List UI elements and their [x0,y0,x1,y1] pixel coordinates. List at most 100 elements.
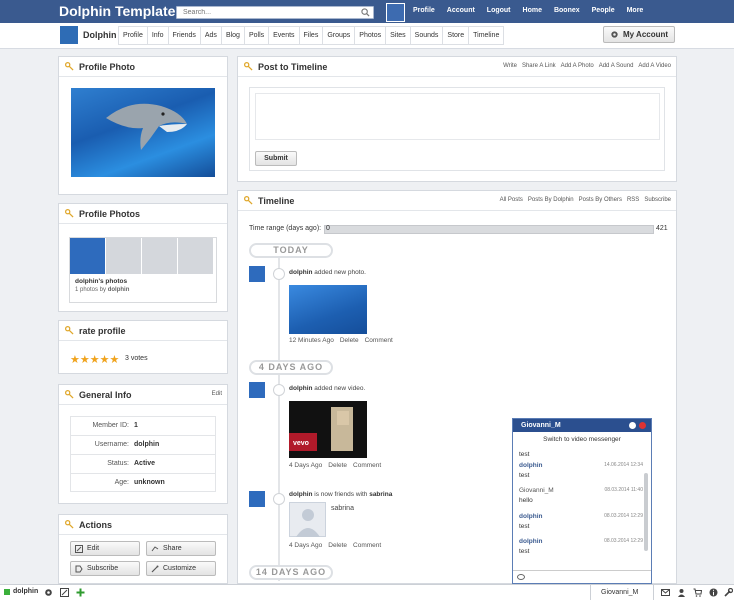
tab-ads[interactable]: Ads [200,26,222,45]
top-nav-profile[interactable]: Profile [413,7,435,14]
subscribe-button[interactable]: Subscribe [70,561,140,576]
event-actor-link[interactable]: dolphin [289,491,312,498]
comment-link[interactable]: Comment [353,542,381,549]
minimize-icon[interactable] [629,422,636,429]
tab-polls[interactable]: Polls [244,26,270,45]
profile-photo-image[interactable] [71,88,215,177]
share-button[interactable]: Share [146,541,216,556]
album-thumb[interactable] [70,238,106,274]
tab-sounds[interactable]: Sounds [410,26,444,45]
tab-store[interactable]: Store [443,26,470,45]
post-type-add-video[interactable]: Add A Video [638,63,671,69]
edit-button[interactable]: Edit [70,541,140,556]
album-card[interactable]: dolphin's photos 1 photos by dolphin [69,237,217,303]
submit-button[interactable]: Submit [255,151,297,166]
edit-label: Edit [87,545,100,552]
top-navigation-bar: Dolphin Template Profile Account Logout … [0,0,734,23]
filter-all-posts[interactable]: All Posts [500,197,523,203]
friend-link[interactable]: sabrina [369,491,392,498]
top-nav-home[interactable]: Home [523,7,542,14]
rss-link[interactable]: RSS [627,197,639,203]
event-photo[interactable] [289,285,367,334]
site-logo[interactable]: Dolphin Template [59,3,175,19]
tab-profile[interactable]: Profile [118,26,148,45]
gear-icon[interactable] [44,588,53,597]
wrench-icon[interactable] [724,588,733,597]
album-title[interactable]: dolphin's photos [70,274,216,285]
post-type-share-link[interactable]: Share A Link [522,63,556,69]
delete-link[interactable]: Delete [328,462,347,469]
wand-icon [151,565,159,573]
tab-groups[interactable]: Groups [323,26,356,45]
close-icon[interactable] [639,422,646,429]
delete-link[interactable]: Delete [328,542,347,549]
info-row: Status: Active [70,454,216,473]
subscribe-link[interactable]: Subscribe [644,197,671,203]
info-icon[interactable] [709,588,718,597]
time-range-slider[interactable] [324,225,654,234]
panel-title: Actions [79,520,113,530]
my-account-label: My Account [623,30,669,39]
chat-tab[interactable]: Giovanni_M [590,585,654,600]
search-icon[interactable] [361,8,370,17]
event-actor-link[interactable]: dolphin [289,385,312,392]
friend-name[interactable]: sabrina [331,505,354,512]
post-type-write[interactable]: Write [503,63,517,69]
event-avatar[interactable] [249,382,265,398]
smile-icon[interactable] [517,574,525,581]
tab-photos[interactable]: Photos [355,26,387,45]
tab-blog[interactable]: Blog [221,26,245,45]
tab-events[interactable]: Events [269,26,300,45]
chat-scrollbar[interactable] [644,473,648,551]
switch-video-link[interactable]: Switch to video messenger [513,432,651,445]
customize-button[interactable]: Customize [146,561,216,576]
event-avatar[interactable] [249,266,265,282]
rating-stars[interactable]: ★★★★★ [70,353,119,366]
top-nav-boonex[interactable]: Boonex [554,7,580,14]
delete-link[interactable]: Delete [340,337,359,344]
profile-menu-bar: Dolphin Profile Info Friends Ads Blog Po… [0,23,734,49]
chat-input[interactable] [513,570,651,583]
user-avatar[interactable] [386,3,405,22]
key-icon [65,209,74,218]
tab-friends[interactable]: Friends [168,26,201,45]
add-icon[interactable] [76,588,85,597]
filter-posts-by-others[interactable]: Posts By Others [579,197,622,203]
top-nav-logout[interactable]: Logout [487,7,511,14]
top-nav-account[interactable]: Account [447,7,475,14]
top-nav-people[interactable]: People [592,7,615,14]
edit-status-icon[interactable] [60,588,69,597]
comment-link[interactable]: Comment [353,462,381,469]
tab-timeline[interactable]: Timeline [469,26,505,45]
comment-link[interactable]: Comment [365,337,393,344]
mail-icon[interactable] [661,588,670,597]
album-author-link[interactable]: dolphin [108,287,130,293]
my-account-button[interactable]: My Account [603,26,675,43]
search-box[interactable] [176,6,374,19]
cart-icon[interactable] [693,588,702,597]
event-avatar[interactable] [249,491,265,507]
chat-title-bar[interactable]: Giovanni_M [513,419,651,432]
tab-files[interactable]: Files [299,26,324,45]
filter-posts-by-owner[interactable]: Posts By Dolphin [528,197,574,203]
user-icon[interactable] [677,588,686,597]
event-video[interactable]: vevo [289,401,367,458]
panel-title: Profile Photos [79,209,141,219]
post-type-add-photo[interactable]: Add A Photo [561,63,594,69]
profile-avatar[interactable] [60,26,78,44]
profile-tabs: Profile Info Friends Ads Blog Polls Even… [118,26,505,45]
edit-info-link[interactable]: Edit [212,391,222,397]
photo-event-icon [273,268,285,280]
top-nav-more[interactable]: More [627,7,644,14]
post-type-add-sound[interactable]: Add A Sound [599,63,634,69]
event-actor-link[interactable]: dolphin [289,269,312,276]
search-input[interactable] [177,7,357,18]
bottom-user[interactable]: dolphin [4,588,38,595]
profile-name[interactable]: Dolphin [83,30,117,40]
post-textarea[interactable] [255,93,660,140]
friend-avatar[interactable] [289,502,326,537]
tab-info[interactable]: Info [147,26,169,45]
tab-sites[interactable]: Sites [386,26,411,45]
date-separator: TODAY [249,243,333,258]
rate-profile-panel: rate profile ★★★★★ 3 votes [58,320,228,374]
